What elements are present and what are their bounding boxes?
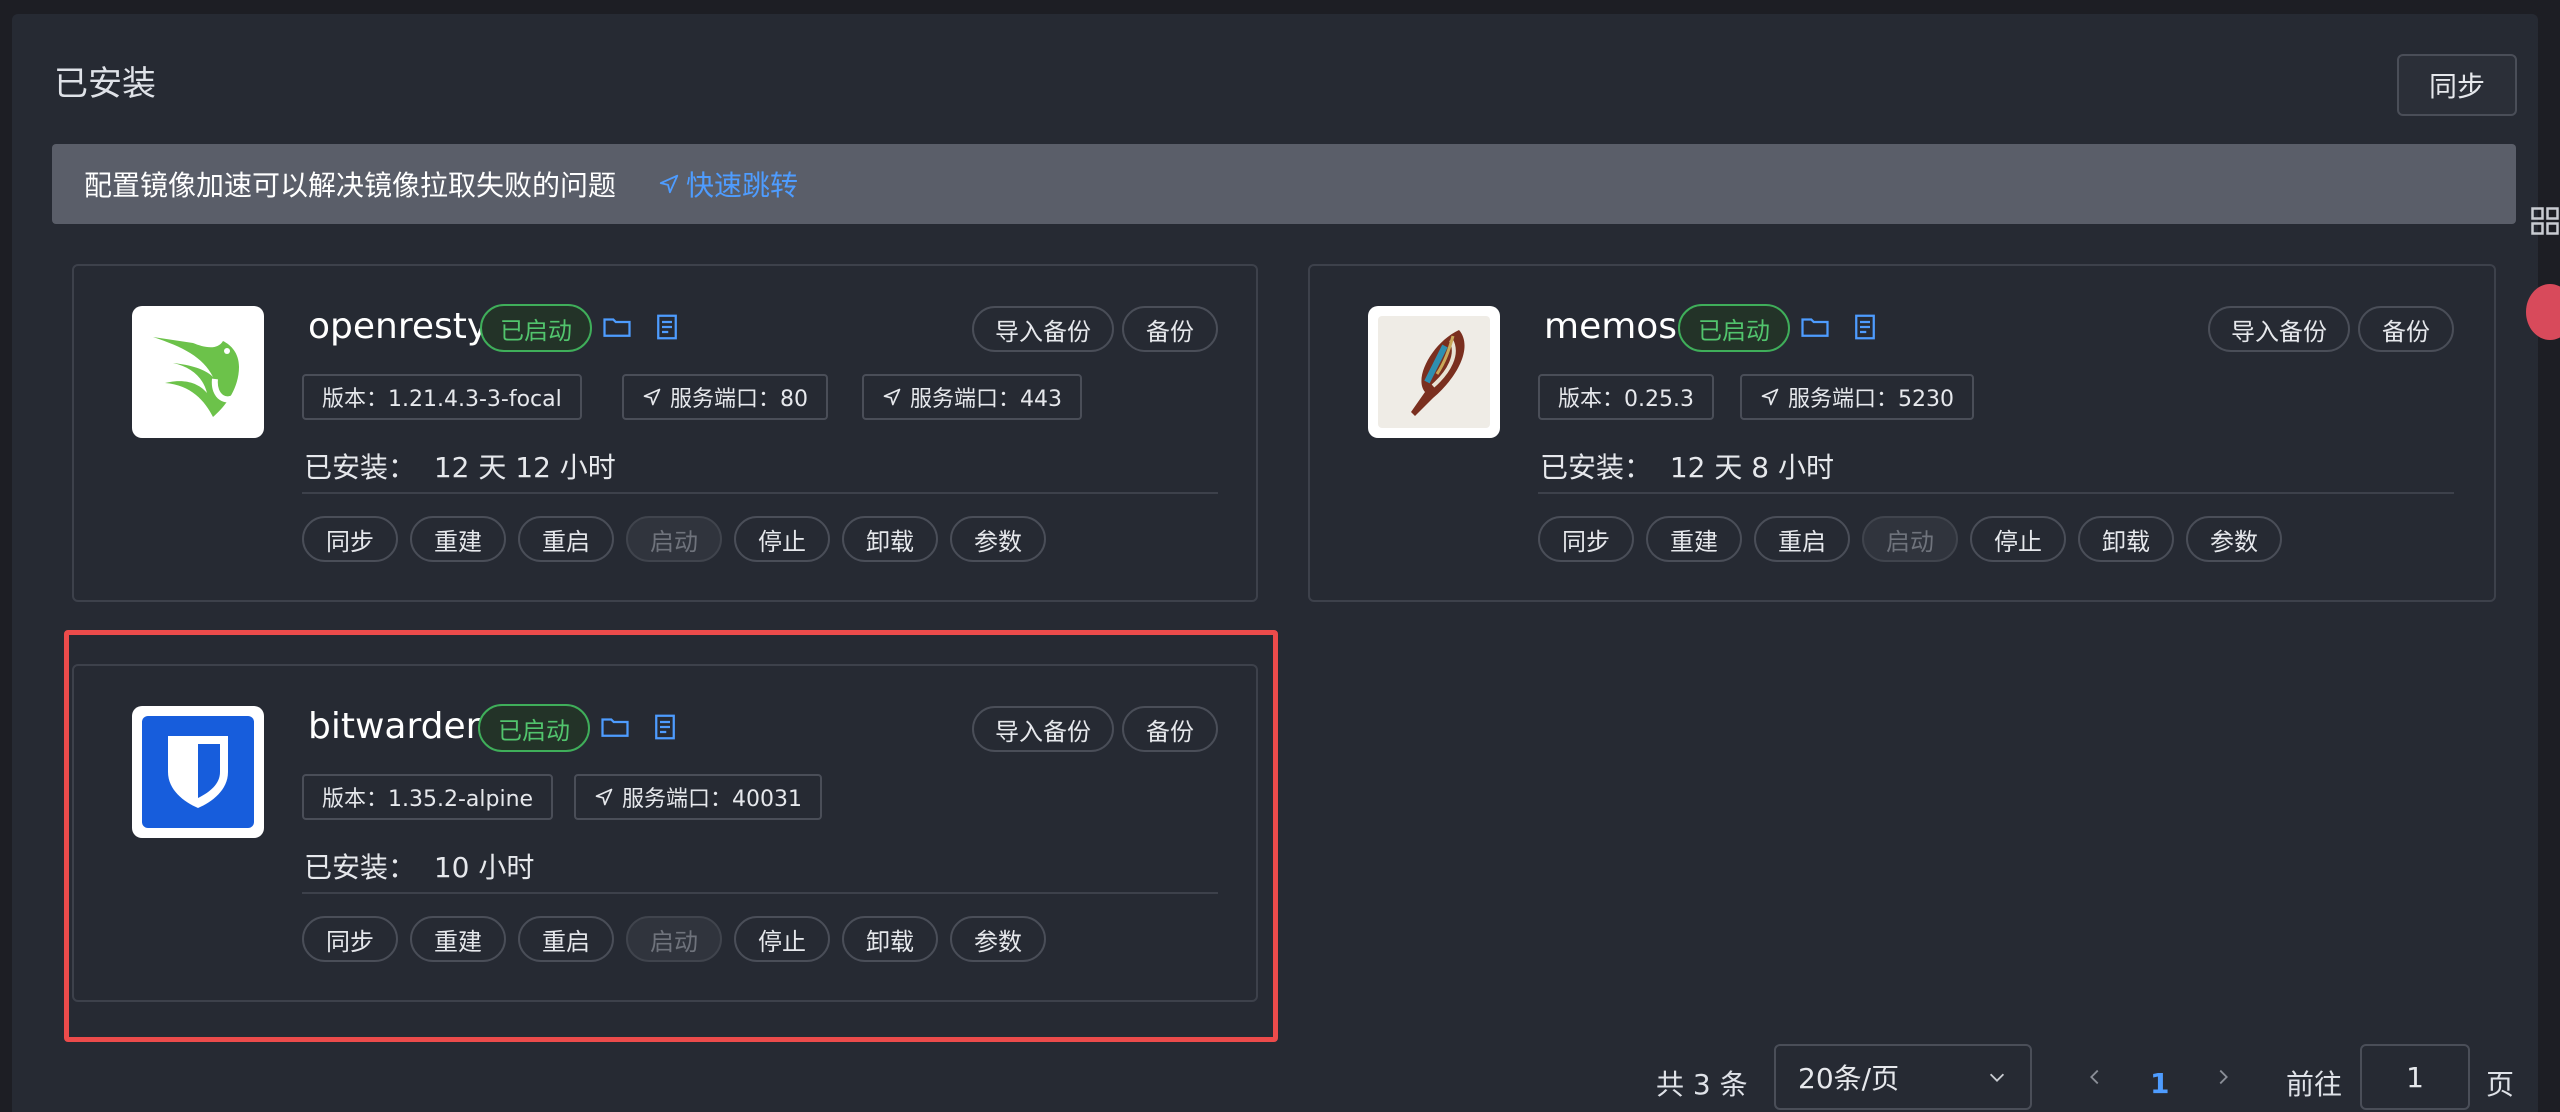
page-suffix: 页 [2486, 1068, 2515, 1101]
port-tag: 服务端口：80 [622, 374, 828, 420]
backup-button[interactable]: 备份 [1122, 306, 1218, 352]
send-icon [659, 174, 679, 194]
action-restart-button[interactable]: 重启 [518, 516, 614, 562]
installed-time: 已安装： 12 天 8 小时 [1540, 451, 1834, 484]
page-size-select[interactable]: 20条/页 [1774, 1044, 2032, 1110]
log-icon[interactable] [1850, 312, 1880, 342]
quick-jump-link[interactable]: 快速跳转 [658, 164, 798, 204]
chevron-down-icon [1989, 1073, 2005, 1082]
app-card-memos: memos 已启动 导入备份 备份 版本：0.25.3 服务端口：5230 已安… [1308, 264, 2496, 602]
pagination-total: 共 3 条 [1656, 1068, 1748, 1101]
action-params-button[interactable]: 参数 [2186, 516, 2282, 562]
action-uninstall-button[interactable]: 卸载 [842, 516, 938, 562]
memos-logo [1368, 306, 1500, 438]
app-name: openresty [308, 306, 489, 347]
action-stop-button[interactable]: 停止 [1970, 516, 2066, 562]
grid-icon[interactable] [2530, 206, 2560, 236]
action-uninstall-button[interactable]: 卸载 [2078, 516, 2174, 562]
version-tag: 版本：0.25.3 [1538, 374, 1714, 420]
next-page-icon[interactable] [2212, 1066, 2234, 1088]
app-name: memos [1544, 306, 1678, 347]
action-rebuild-button[interactable]: 重建 [1646, 516, 1742, 562]
sync-button[interactable]: 同步 [2397, 54, 2517, 116]
prev-page-icon[interactable] [2084, 1066, 2106, 1088]
backup-button[interactable]: 备份 [2358, 306, 2454, 352]
openresty-logo [132, 306, 264, 438]
send-icon [1761, 388, 1779, 406]
action-stop-button[interactable]: 停止 [734, 516, 830, 562]
port-tag: 服务端口：5230 [1740, 374, 1974, 420]
version-tag: 版本：1.21.4.3-3-focal [302, 374, 582, 420]
action-restart-button[interactable]: 重启 [1754, 516, 1850, 562]
divider [302, 492, 1218, 494]
app-card-openresty: openresty 已启动 导入备份 备份 版本：1.21.4.3-3-foca… [72, 264, 1258, 602]
page-title: 已安装 [54, 64, 156, 104]
selection-highlight [64, 630, 1278, 1042]
folder-icon[interactable] [1800, 312, 1830, 342]
action-start-button: 启动 [1862, 516, 1958, 562]
action-start-button: 启动 [626, 516, 722, 562]
import-backup-button[interactable]: 导入备份 [2208, 306, 2350, 352]
folder-icon[interactable] [602, 312, 632, 342]
action-sync-button[interactable]: 同步 [1538, 516, 1634, 562]
status-badge: 已启动 [1678, 304, 1790, 352]
status-badge: 已启动 [480, 304, 592, 352]
alert-text: 配置镜像加速可以解决镜像拉取失败的问题 [84, 169, 617, 202]
log-icon[interactable] [652, 312, 682, 342]
installed-time: 已安装： 12 天 12 小时 [304, 451, 616, 484]
action-rebuild-button[interactable]: 重建 [410, 516, 506, 562]
send-icon [643, 388, 661, 406]
goto-page-input[interactable]: 1 [2360, 1044, 2470, 1110]
import-backup-button[interactable]: 导入备份 [972, 306, 1114, 352]
action-params-button[interactable]: 参数 [950, 516, 1046, 562]
divider [1538, 492, 2454, 494]
send-icon [883, 388, 901, 406]
page-number[interactable]: 1 [2150, 1050, 2169, 1112]
action-sync-button[interactable]: 同步 [302, 516, 398, 562]
port-tag: 服务端口：443 [862, 374, 1082, 420]
goto-label: 前往 [2286, 1068, 2343, 1101]
mirror-alert: 配置镜像加速可以解决镜像拉取失败的问题 快速跳转 [52, 144, 2516, 224]
